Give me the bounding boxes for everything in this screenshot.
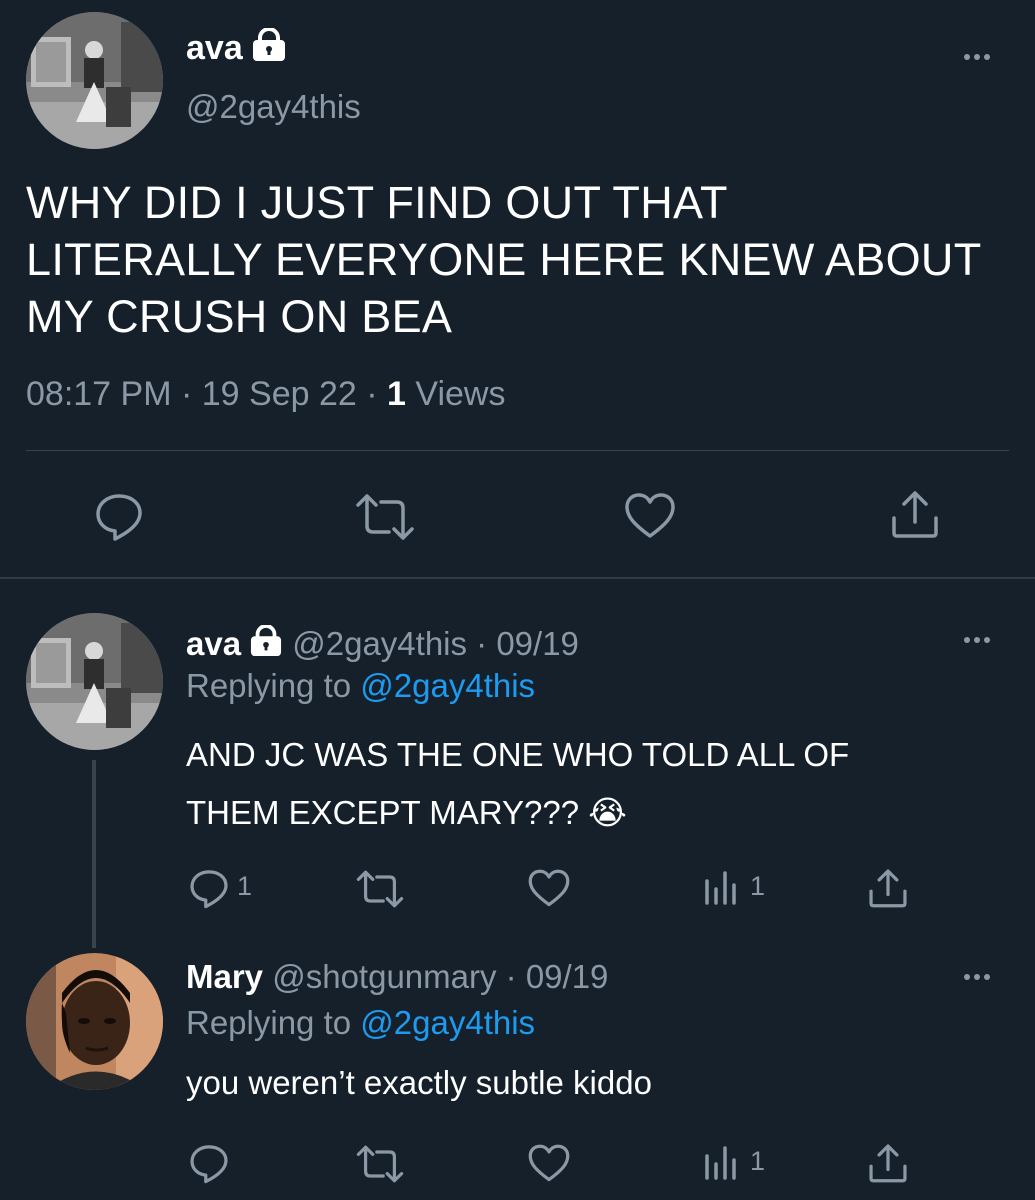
- reply-text-line: AND JC WAS THE ONE WHO TOLD ALL OF: [186, 736, 850, 773]
- reply-count: 1: [237, 871, 253, 901]
- replying-handle[interactable]: @2gay4this: [360, 667, 535, 704]
- author-handle[interactable]: @2gay4this: [186, 88, 361, 126]
- crying-emoji: 😭: [588, 794, 627, 831]
- author-name-row: ava: [186, 26, 287, 73]
- more-options-icon[interactable]: [964, 974, 990, 980]
- author-handle[interactable]: @2gay4this: [292, 625, 467, 662]
- separator: ·: [180, 375, 193, 413]
- separator: ·: [366, 375, 378, 413]
- reply-icon[interactable]: [93, 490, 145, 542]
- reply-icon[interactable]: [188, 867, 230, 909]
- views-icon[interactable]: [703, 1144, 739, 1180]
- like-icon[interactable]: [527, 1142, 571, 1183]
- tweet-time[interactable]: 08:17 PM: [26, 375, 172, 413]
- author-handle[interactable]: @shotgunmary: [272, 958, 496, 995]
- lock-icon: [249, 624, 283, 668]
- tweet-text-line: WHY DID I JUST FIND OUT THAT: [26, 177, 728, 228]
- reply-icon[interactable]: [188, 1142, 230, 1184]
- tweet-text-line: MY CRUSH ON BEA: [26, 291, 453, 342]
- more-options-icon[interactable]: [964, 54, 990, 60]
- reply-text: AND JC WAS THE ONE WHO TOLD ALL OF THEM …: [186, 726, 849, 842]
- thread-line: [92, 760, 96, 948]
- replying-to: Replying to @2gay4this: [186, 1004, 535, 1042]
- tweet-date[interactable]: 19 Sep 22: [202, 375, 357, 413]
- like-icon[interactable]: [527, 867, 571, 908]
- author-name[interactable]: ava: [186, 625, 241, 662]
- avatar[interactable]: [26, 12, 163, 149]
- tweet-meta: 08:17 PM · 19 Sep 22 · 1 Views: [26, 375, 506, 414]
- views-label: Views: [415, 375, 506, 413]
- replying-label: Replying to: [186, 1004, 352, 1041]
- more-options-icon[interactable]: [964, 637, 990, 643]
- views-count: 1: [750, 871, 766, 901]
- avatar[interactable]: [26, 953, 163, 1090]
- share-icon[interactable]: [867, 1142, 909, 1184]
- reply-text-line: THEM EXCEPT MARY???: [186, 794, 580, 831]
- replying-handle[interactable]: @2gay4this: [360, 1004, 535, 1041]
- retweet-icon[interactable]: [356, 1144, 404, 1184]
- share-icon[interactable]: [867, 867, 909, 909]
- views-count: 1: [750, 1146, 766, 1176]
- divider: [0, 577, 1035, 579]
- lock-icon: [251, 26, 287, 73]
- reply-date[interactable]: · 09/19: [476, 625, 579, 662]
- like-icon[interactable]: [623, 490, 677, 540]
- avatar[interactable]: [26, 613, 163, 750]
- author-name[interactable]: Mary: [186, 958, 263, 995]
- views-icon[interactable]: [703, 869, 739, 905]
- retweet-icon[interactable]: [356, 869, 404, 909]
- views-count: 1: [387, 375, 406, 413]
- tweet-text-line: LITERALLY EVERYONE HERE KNEW ABOUT: [26, 234, 982, 285]
- reply-text: you weren’t exactly subtle kiddo: [186, 1064, 652, 1101]
- divider: [26, 450, 1009, 451]
- tweet-text: WHY DID I JUST FIND OUT THAT LITERALLY E…: [26, 174, 982, 345]
- reply-date[interactable]: · 09/19: [506, 958, 609, 995]
- reply-header: ava @2gay4this · 09/19: [186, 622, 579, 668]
- author-name[interactable]: ava: [186, 29, 243, 67]
- reply-header: Mary @shotgunmary · 09/19: [186, 955, 608, 999]
- replying-to: Replying to @2gay4this: [186, 667, 535, 705]
- share-icon[interactable]: [889, 488, 941, 540]
- replying-label: Replying to: [186, 667, 352, 704]
- retweet-icon[interactable]: [355, 492, 415, 542]
